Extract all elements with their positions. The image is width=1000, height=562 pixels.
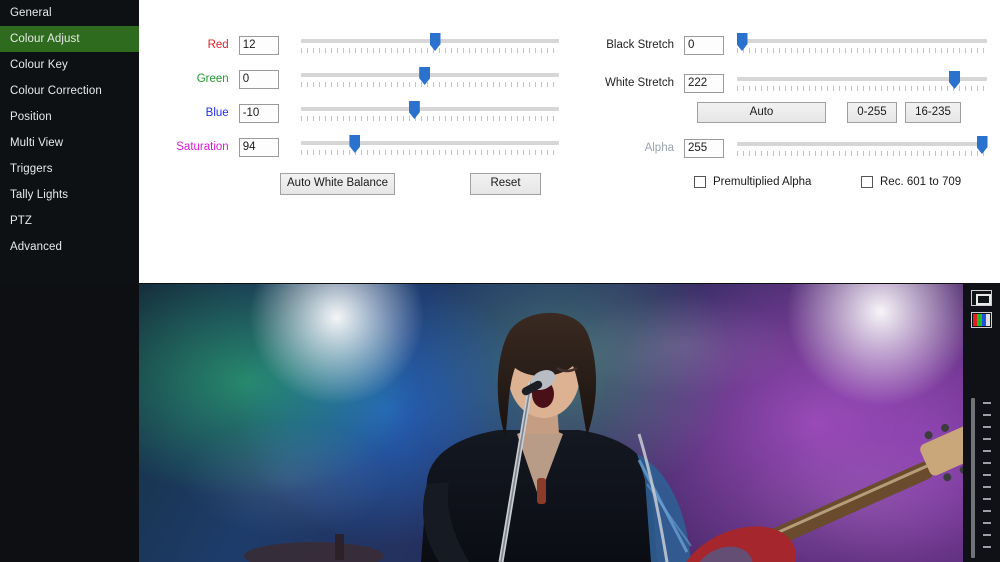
saturation-label: Saturation [176, 141, 229, 153]
alpha-slider-track [737, 142, 987, 146]
sidebar-item-triggers[interactable]: Triggers [0, 156, 139, 182]
green-slider-ticks [300, 82, 559, 87]
alpha-slider-ticks [737, 151, 987, 156]
sidebar-item-label: General [10, 7, 52, 19]
saturation-slider-track [300, 141, 559, 145]
premultiplied-alpha-label: Premultiplied Alpha [713, 176, 812, 188]
checkbox-box-icon[interactable] [694, 176, 706, 188]
alpha-row: Alpha [569, 135, 1000, 161]
alpha-value-input[interactable] [684, 138, 724, 158]
white-stretch-slider-ticks [737, 86, 987, 91]
auto-button[interactable]: Auto [697, 102, 826, 123]
black-stretch-label: Black Stretch [606, 39, 674, 51]
black-stretch-slider[interactable] [736, 32, 987, 58]
green-slider[interactable] [300, 66, 559, 92]
sidebar-item-ptz[interactable]: PTZ [0, 208, 139, 234]
green-label: Green [196, 73, 229, 85]
alpha-slider[interactable] [737, 135, 988, 161]
sidebar-item-colour-key[interactable]: Colour Key [0, 52, 139, 78]
rec-601-to-709-checkbox[interactable]: Rec. 601 to 709 [861, 176, 961, 188]
sidebar-item-multi-view[interactable]: Multi View [0, 130, 139, 156]
sidebar-item-label: Colour Key [10, 59, 68, 71]
colour-bars-icon[interactable] [971, 312, 992, 328]
red-label: Red [207, 39, 229, 51]
saturation-slider-row: Saturation [139, 134, 559, 160]
red-slider-ticks [300, 48, 559, 53]
red-slider[interactable] [300, 32, 559, 58]
sidebar-item-label: Position [10, 111, 52, 123]
sidebar-item-label: Colour Correction [10, 85, 102, 97]
blue-slider-row: Blue [139, 100, 559, 126]
sidebar-item-label: Colour Adjust [10, 33, 80, 45]
colour-adjust-panel: Red Green Blue [139, 0, 1000, 283]
black-stretch-slider-ticks [737, 48, 987, 53]
preview-level-fader[interactable] [969, 398, 995, 558]
blue-slider-ticks [300, 116, 559, 121]
black-stretch-row: Black Stretch [569, 32, 1000, 58]
sidebar-item-colour-adjust[interactable]: Colour Adjust [0, 26, 139, 52]
premultiplied-alpha-checkbox[interactable]: Premultiplied Alpha [694, 176, 811, 188]
reset-button[interactable]: Reset [470, 173, 541, 195]
saturation-value-input[interactable] [238, 137, 279, 157]
sidebar-item-general[interactable]: General [0, 0, 139, 26]
sidebar-item-colour-correction[interactable]: Colour Correction [0, 78, 139, 104]
singer-illustration [244, 312, 963, 562]
alpha-label: Alpha [644, 142, 674, 154]
black-stretch-slider-track [737, 39, 987, 43]
saturation-slider[interactable] [300, 134, 559, 160]
sidebar-item-position[interactable]: Position [0, 104, 139, 130]
sidebar-item-label: Advanced [10, 241, 62, 253]
range-0-255-button[interactable]: 0-255 [847, 102, 897, 123]
green-slider-row: Green [139, 66, 559, 92]
black-stretch-value-input[interactable] [684, 35, 724, 55]
blue-label: Blue [205, 107, 229, 119]
checkbox-box-icon[interactable] [861, 176, 873, 188]
sidebar-item-label: PTZ [10, 215, 33, 227]
application-window: General Colour Adjust Colour Key Colour … [0, 0, 1000, 562]
settings-sidebar: General Colour Adjust Colour Key Colour … [0, 0, 139, 283]
green-value-input[interactable] [238, 69, 279, 89]
blue-slider[interactable] [300, 100, 559, 126]
fader-track [971, 398, 975, 558]
fader-ticks [983, 402, 991, 556]
sidebar-item-label: Triggers [10, 163, 53, 175]
saturation-slider-ticks [300, 150, 559, 155]
red-slider-row: Red [139, 32, 559, 58]
white-stretch-row: White Stretch [569, 70, 1000, 96]
monitor-icon[interactable] [971, 290, 992, 306]
range-16-235-button[interactable]: 16-235 [905, 102, 961, 123]
blue-value-input[interactable] [238, 103, 279, 123]
rec-601-to-709-label: Rec. 601 to 709 [880, 176, 962, 188]
sidebar-item-advanced[interactable]: Advanced [0, 234, 139, 260]
sidebar-item-tally-lights[interactable]: Tally Lights [0, 182, 139, 208]
auto-white-balance-button[interactable]: Auto White Balance [280, 173, 395, 195]
sidebar-item-label: Tally Lights [10, 189, 69, 201]
colour-bar-white [985, 314, 990, 326]
white-stretch-label: White Stretch [604, 77, 674, 89]
blue-slider-track [300, 107, 559, 111]
video-preview[interactable] [139, 284, 963, 562]
white-stretch-value-input[interactable] [684, 73, 724, 93]
sidebar-item-label: Multi View [10, 137, 64, 149]
red-value-input[interactable] [238, 35, 279, 55]
white-stretch-slider[interactable] [737, 70, 987, 96]
